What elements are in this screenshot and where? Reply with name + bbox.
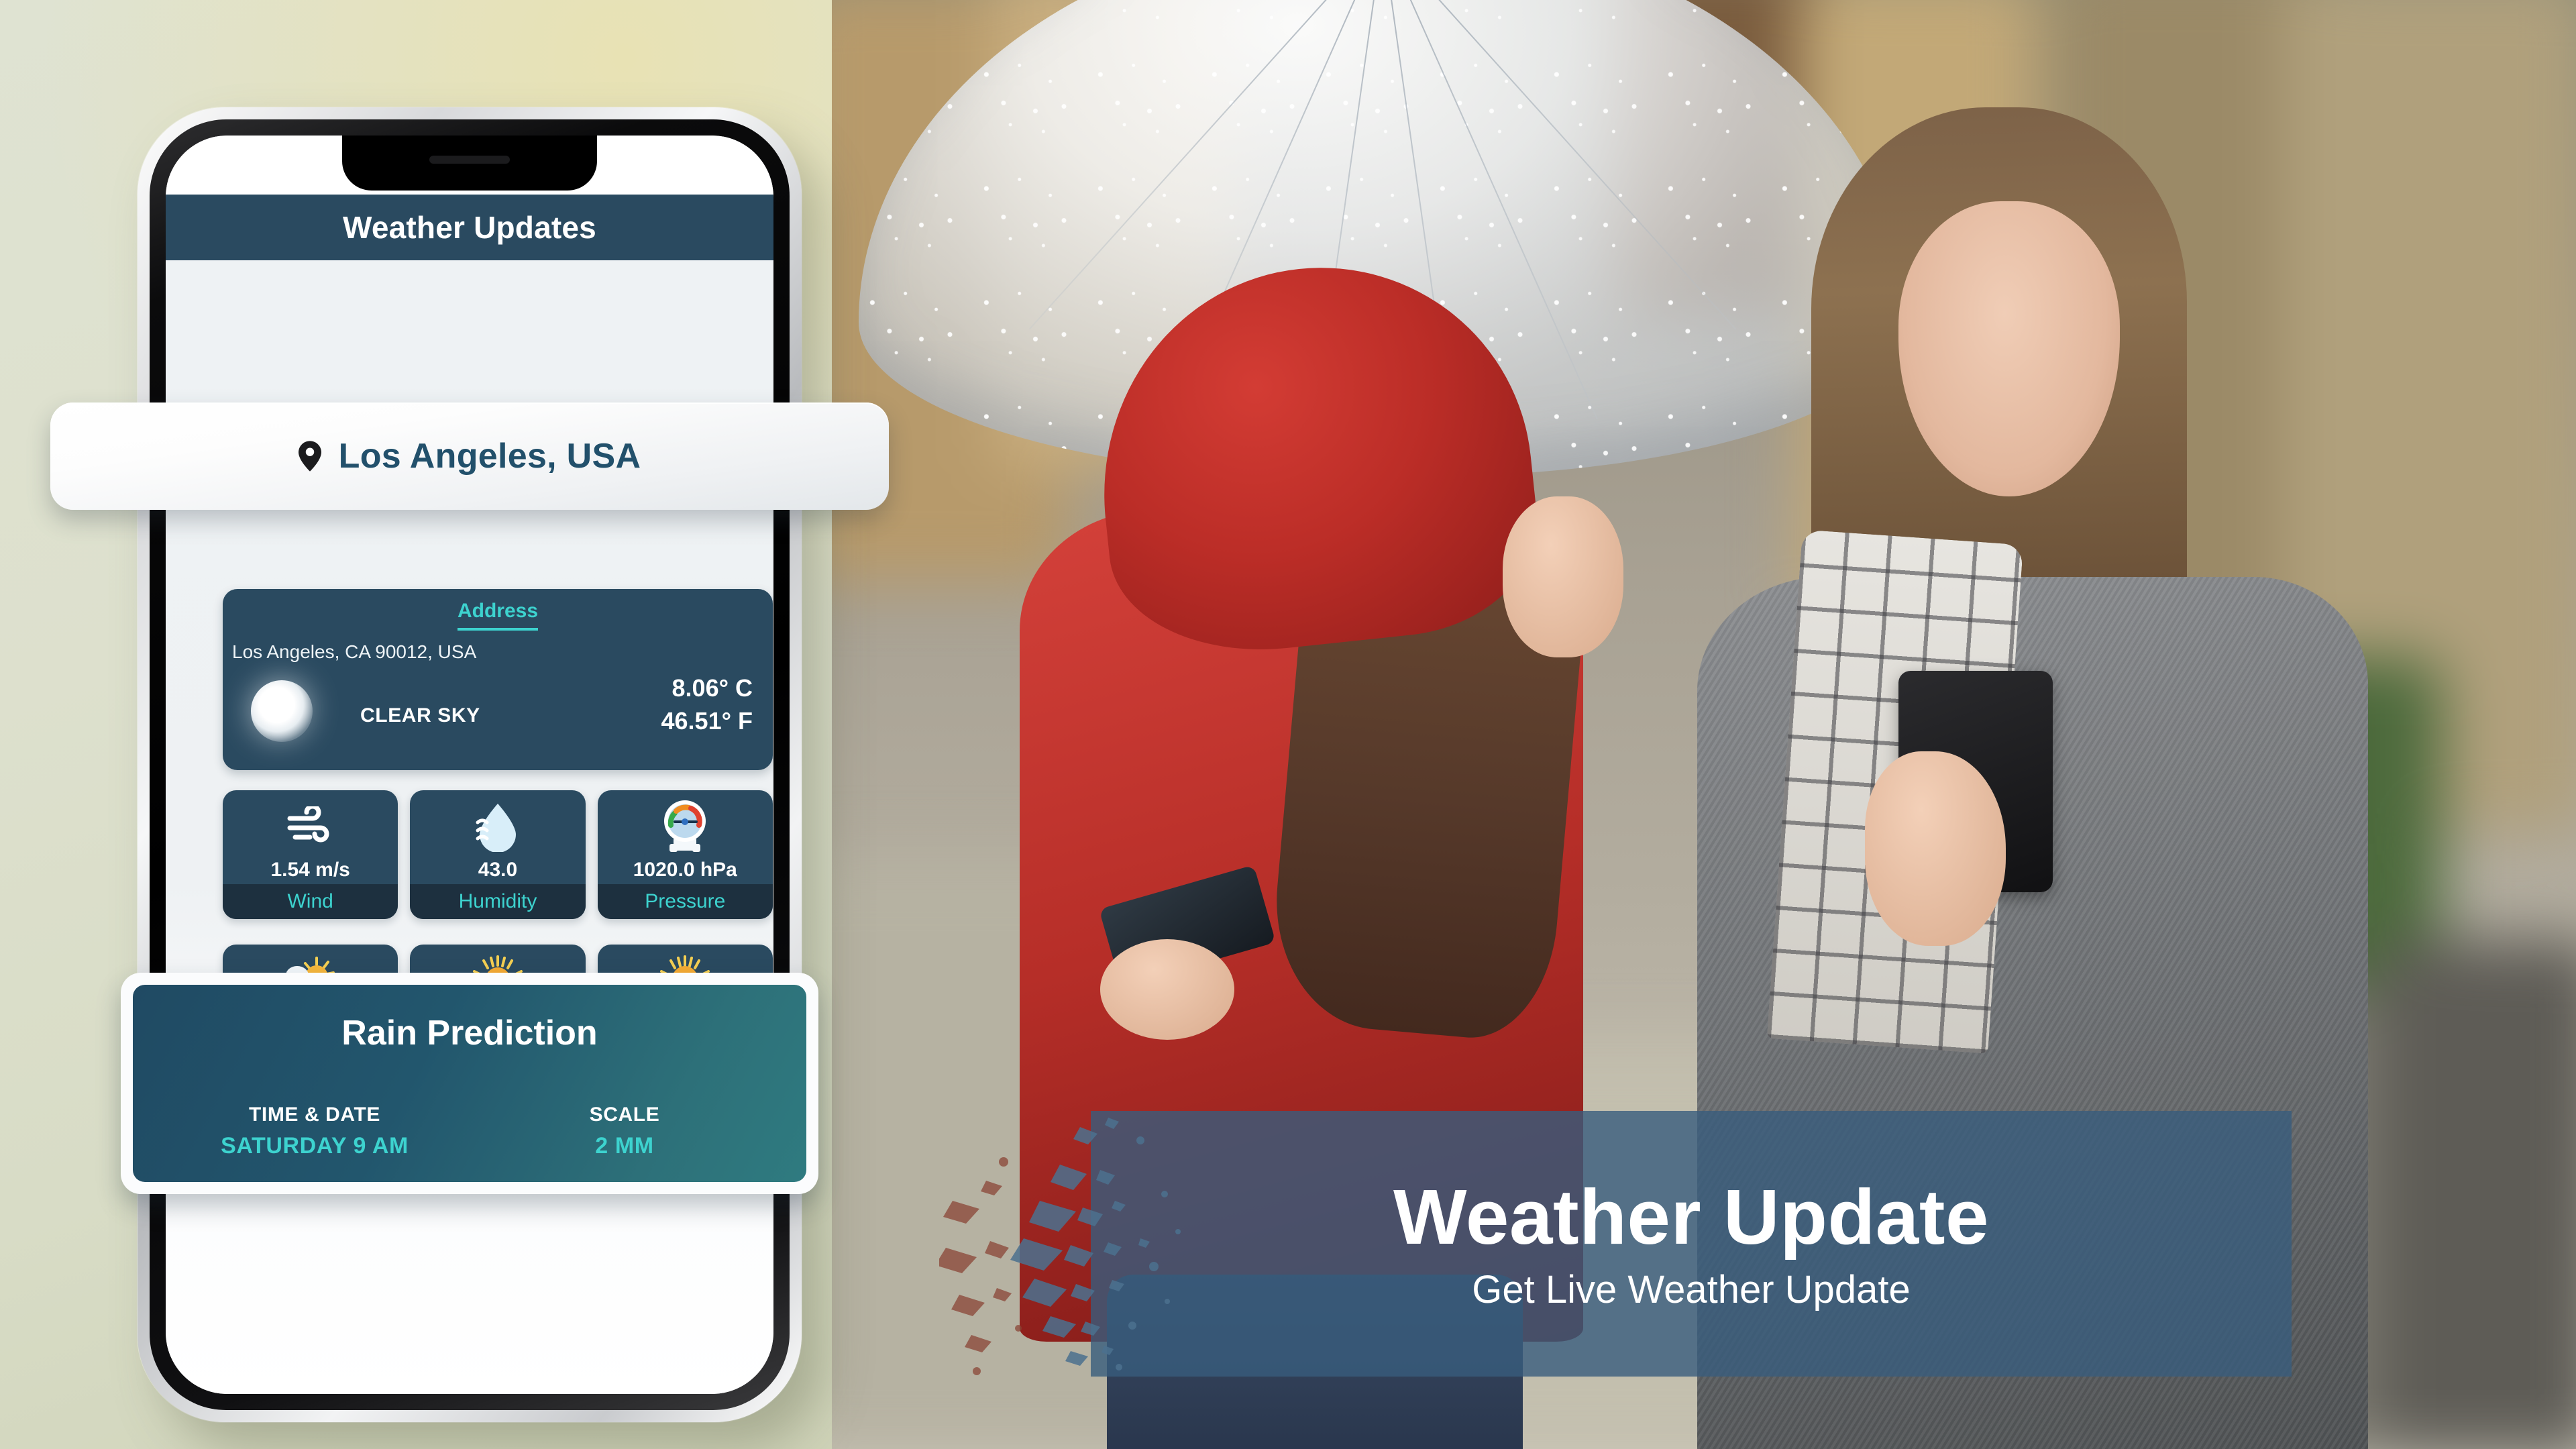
app-title: Weather Updates — [343, 210, 596, 245]
rain-col-header: TIME & DATE — [248, 1104, 381, 1126]
rain-col-value: SATURDAY 9 AM — [221, 1133, 409, 1159]
phone-notch — [342, 136, 597, 191]
tile-label: Wind — [223, 884, 398, 919]
address-label: Address — [457, 600, 539, 631]
rain-col-time-date: TIME & DATE SATURDAY 9 AM — [173, 1104, 456, 1159]
wind-icon — [286, 796, 335, 857]
rain-prediction-inner: Rain Prediction TIME & DATE SATURDAY 9 A… — [133, 985, 806, 1182]
phone-mockup: Weather Updates Address Los Angeles, CA … — [50, 107, 889, 1422]
tile-label: Pressure — [597, 884, 773, 919]
temperature-fahrenheit: 46.51° F — [661, 706, 753, 735]
tile-humidity[interactable]: 43.0 Humidity — [410, 790, 586, 919]
condition-text: CLEAR SKY — [360, 704, 480, 727]
earpiece-speaker — [429, 156, 510, 164]
moon-clear-icon — [251, 680, 313, 742]
tile-wind[interactable]: 1.54 m/s Wind — [223, 790, 398, 919]
location-value: Los Angeles, USA — [338, 437, 641, 476]
tile-label: Humidity — [410, 884, 586, 919]
temperature-block: 8.06° C 46.51° F — [661, 672, 753, 737]
hand-right-holding-phone — [1865, 751, 2006, 946]
address-value: Los Angeles, CA 90012, USA — [232, 641, 477, 662]
hand-right-on-umbrella — [1503, 496, 1623, 657]
rain-prediction-card: Rain Prediction TIME & DATE SATURDAY 9 A… — [121, 973, 818, 1194]
phone-screen: Weather Updates Address Los Angeles, CA … — [166, 136, 773, 1394]
metric-tiles-row-1: 1.54 m/s Wind 43.0 Humidity 1020.0 hPa P… — [223, 790, 773, 919]
hand-left-lower — [1100, 939, 1234, 1040]
location-search-bar[interactable]: Los Angeles, USA — [50, 402, 889, 510]
promo-banner-title: Weather Update — [1393, 1173, 1989, 1260]
rain-col-header: SCALE — [589, 1104, 660, 1126]
app-bar: Weather Updates — [166, 195, 773, 260]
banner-particle-edge — [939, 1118, 1181, 1375]
rain-col-value: 2 MM — [595, 1133, 654, 1159]
condition-row: CLEAR SKY 8.06° C 46.51° F — [223, 669, 773, 757]
location-pin-icon — [298, 441, 321, 472]
temperature-celsius: 8.06° C — [672, 674, 753, 702]
promo-banner-subtitle: Get Live Weather Update — [1472, 1268, 1911, 1311]
rain-col-scale: SCALE 2 MM — [483, 1104, 766, 1159]
tile-pressure[interactable]: 1020.0 hPa Pressure — [597, 790, 773, 919]
rain-prediction-columns: TIME & DATE SATURDAY 9 AM SCALE 2 MM — [173, 1104, 766, 1159]
tile-value: 1020.0 hPa — [633, 859, 737, 881]
humidity-icon — [475, 796, 521, 857]
pressure-icon — [659, 796, 711, 857]
tile-value: 43.0 — [478, 859, 518, 881]
tile-value: 1.54 m/s — [270, 859, 350, 881]
rain-prediction-title: Rain Prediction — [341, 1014, 598, 1053]
current-weather-card: Address Los Angeles, CA 90012, USA CLEAR… — [223, 589, 773, 770]
